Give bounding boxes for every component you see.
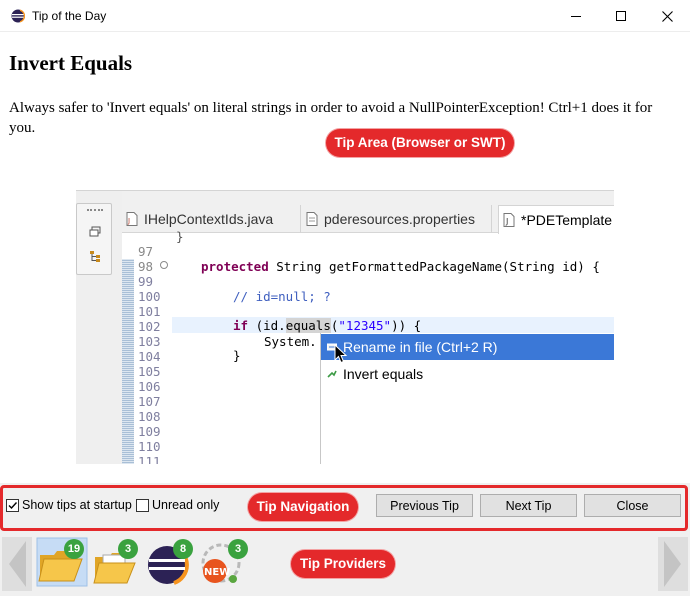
chevron-left-icon xyxy=(9,541,26,587)
quickfix-label: Invert equals xyxy=(343,366,424,382)
change-ruler xyxy=(122,259,134,464)
svg-text:NEW: NEW xyxy=(204,567,230,578)
quickfix-invert-equals[interactable]: Invert equals xyxy=(321,361,614,387)
editor-tab-bar: J IHelpContextIds.java pderesources.prop… xyxy=(122,191,614,234)
code-line-104: } xyxy=(233,348,241,363)
tip-heading: Invert Equals xyxy=(9,51,133,75)
window-title: Tip of the Day xyxy=(32,9,107,23)
show-tips-label[interactable]: Show tips at startup xyxy=(22,498,132,512)
close-icon xyxy=(661,10,673,22)
change-icon xyxy=(327,370,337,378)
code-brace-top: } xyxy=(176,229,184,244)
tab-ihelpcontextids[interactable]: J IHelpContextIds.java xyxy=(122,205,301,233)
unread-only-checkbox[interactable] xyxy=(136,499,149,512)
hierarchy-icon xyxy=(90,251,100,262)
callout-tip-providers: Tip Providers xyxy=(291,550,395,578)
maximize-icon xyxy=(616,11,626,21)
line-number: 111 xyxy=(138,454,161,464)
line-number: 101 xyxy=(138,304,161,319)
code-line-103: System. xyxy=(264,334,317,349)
scroll-left-button[interactable] xyxy=(2,537,32,591)
line-number: 109 xyxy=(138,424,161,439)
line-number: 102 xyxy=(138,319,161,334)
previous-tip-button[interactable]: Previous Tip xyxy=(376,494,473,517)
checkmark-icon xyxy=(8,502,18,510)
maximize-button[interactable] xyxy=(598,0,644,32)
properties-file-icon xyxy=(306,212,318,226)
code-text: )) { xyxy=(391,318,422,333)
provider-count-badge: 8 xyxy=(173,539,193,559)
fold-toggle-icon[interactable] xyxy=(160,261,168,269)
code-text: String getFormattedPackageName(String id… xyxy=(268,259,600,274)
title-bar: Tip of the Day xyxy=(0,0,690,32)
code-line-98: protected String getFormattedPackageName… xyxy=(201,259,600,274)
callout-tip-area: Tip Area (Browser or SWT) xyxy=(326,129,514,157)
provider-item[interactable]: NEW 3 xyxy=(199,537,251,587)
quickfix-rename-in-file[interactable]: Rename in file (Ctrl+2 R) xyxy=(321,334,614,360)
show-tips-checkbox[interactable] xyxy=(6,499,19,512)
code-keyword: protected xyxy=(201,259,269,274)
mouse-cursor-icon xyxy=(334,344,348,364)
provider-item[interactable]: 8 xyxy=(145,537,197,587)
provider-count-badge: 3 xyxy=(228,539,248,559)
chevron-right-icon xyxy=(664,541,681,587)
line-number: 99 xyxy=(138,274,154,289)
scroll-right-button[interactable] xyxy=(658,537,688,591)
tab-pderesources[interactable]: pderesources.properties xyxy=(302,205,492,233)
restore-icon xyxy=(89,226,101,237)
callout-tip-navigation: Tip Navigation xyxy=(248,493,358,521)
tab-label: *PDETemplate xyxy=(521,212,613,228)
svg-text:J: J xyxy=(127,217,130,225)
java-file-icon: J xyxy=(126,212,138,226)
line-number: 106 xyxy=(138,379,161,394)
tab-label: IHelpContextIds.java xyxy=(144,211,274,227)
drag-handle-icon xyxy=(87,209,103,211)
line-number: 104 xyxy=(138,349,161,364)
close-button[interactable]: Close xyxy=(584,494,681,517)
provider-item[interactable]: 3 xyxy=(91,537,143,587)
line-number: 103 xyxy=(138,334,161,349)
editor-toolbox xyxy=(76,203,112,275)
unread-only-label[interactable]: Unread only xyxy=(152,498,219,512)
java-file-icon: J xyxy=(503,213,515,227)
code-text: (id. xyxy=(248,318,286,333)
next-tip-button[interactable]: Next Tip xyxy=(480,494,577,517)
code-method-highlight: equals xyxy=(285,318,331,333)
provider-count-badge: 19 xyxy=(64,539,84,559)
quickfix-label: Rename in file (Ctrl+2 R) xyxy=(343,339,498,355)
code-line-100: // id=null; ? xyxy=(233,289,331,304)
provider-count-badge: 3 xyxy=(118,539,138,559)
eclipse-app-icon xyxy=(11,9,25,23)
provider-item[interactable]: 19 xyxy=(36,537,88,587)
line-number: 107 xyxy=(138,394,161,409)
minimize-button[interactable] xyxy=(553,0,599,32)
code-keyword: if xyxy=(233,318,249,333)
tip-image-editor: J IHelpContextIds.java pderesources.prop… xyxy=(76,190,614,464)
editor-left-toolbar xyxy=(76,191,122,464)
line-number: 110 xyxy=(138,439,161,454)
line-number: 108 xyxy=(138,409,161,424)
code-string: "12345" xyxy=(338,318,392,333)
line-number: 105 xyxy=(138,364,161,379)
line-number: 100 xyxy=(138,289,161,304)
tab-label: pderesources.properties xyxy=(324,211,475,227)
minimize-icon xyxy=(571,16,581,17)
quickfix-popup: Rename in file (Ctrl+2 R) Invert equals xyxy=(320,333,614,464)
svg-text:J: J xyxy=(505,217,508,226)
tab-pdetemplate[interactable]: J *PDETemplate xyxy=(498,205,614,234)
code-line-102: if (id.equals("12345")) { xyxy=(233,318,421,333)
line-number: 97 xyxy=(138,244,154,259)
close-window-button[interactable] xyxy=(644,0,690,32)
